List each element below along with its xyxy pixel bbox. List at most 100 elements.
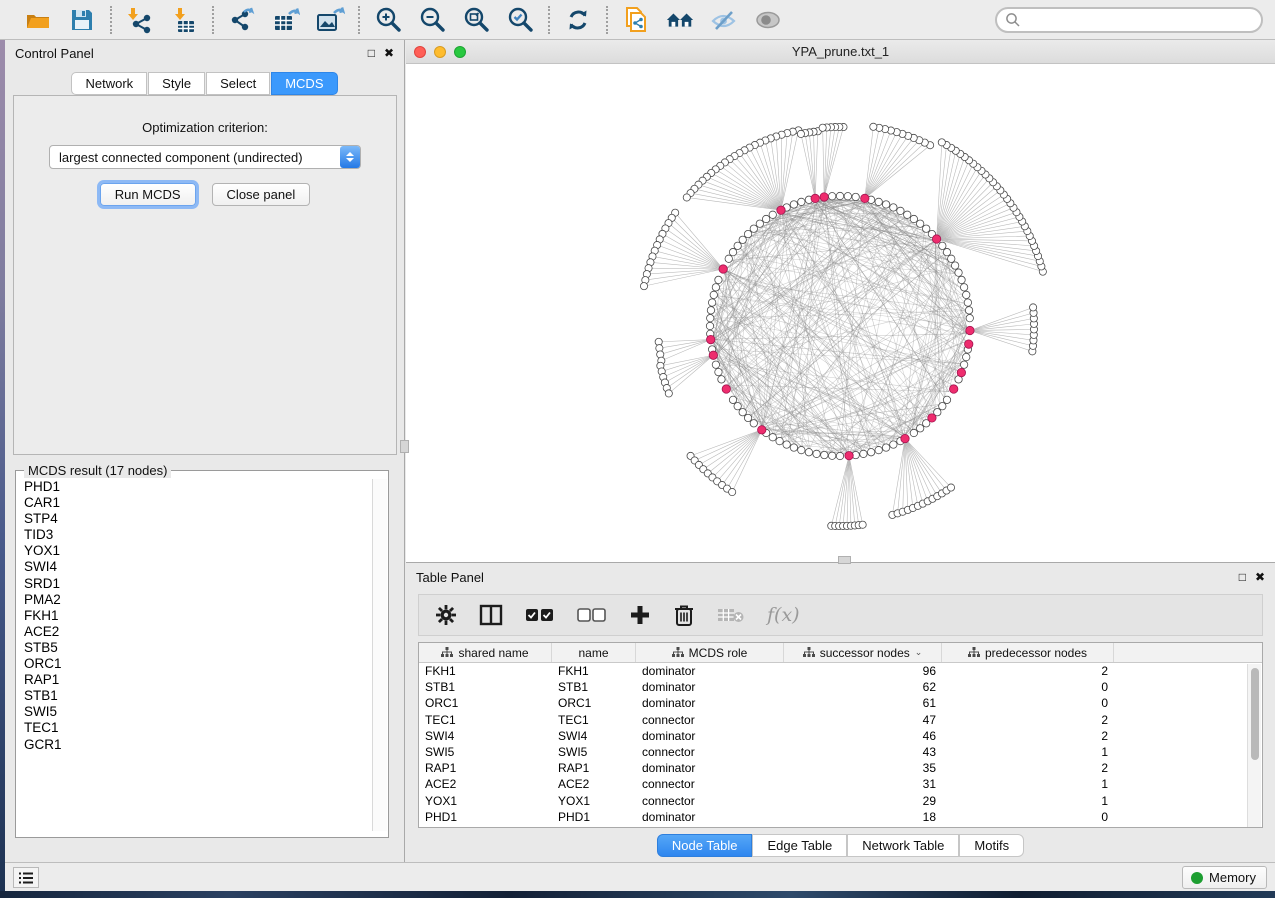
export-network-button[interactable] [227, 5, 257, 35]
add-column-button[interactable] [629, 602, 651, 628]
table-cell[interactable]: 0 [942, 680, 1114, 694]
mcds-result-scrollbar[interactable] [372, 479, 387, 831]
table-scrollbar[interactable] [1247, 664, 1261, 828]
table-cell[interactable]: 0 [942, 696, 1114, 710]
zoom-fit-button[interactable] [461, 5, 491, 35]
open-file-button[interactable] [23, 5, 53, 35]
tab-edge-table[interactable]: Edge Table [752, 834, 847, 857]
table-cell[interactable]: dominator [636, 664, 784, 678]
mcds-selected-node[interactable] [966, 326, 974, 334]
table-cell[interactable]: ORC1 [419, 696, 552, 710]
export-table-button[interactable] [271, 5, 301, 35]
table-row[interactable]: SWI4SWI4dominator462 [419, 728, 1262, 744]
table-cell[interactable]: 1 [942, 777, 1114, 791]
table-cell[interactable]: 2 [942, 761, 1114, 775]
table-cell[interactable]: dominator [636, 810, 784, 824]
table-cell[interactable]: connector [636, 745, 784, 759]
table-cell[interactable]: 2 [942, 713, 1114, 727]
hide-columns-button[interactable] [577, 602, 607, 628]
mcds-selected-node[interactable] [928, 414, 936, 422]
table-cell[interactable]: SWI5 [552, 745, 636, 759]
refresh-button[interactable] [563, 5, 593, 35]
table-row[interactable]: ACE2ACE2connector311 [419, 776, 1262, 792]
mcds-selected-node[interactable] [932, 235, 940, 243]
run-mcds-button[interactable]: Run MCDS [100, 183, 196, 206]
mcds-result-item[interactable]: SRD1 [17, 576, 373, 592]
mcds-selected-node[interactable] [957, 368, 965, 376]
mcds-result-item[interactable]: RAP1 [17, 672, 373, 688]
mcds-selected-node[interactable] [820, 193, 828, 201]
column-header-predecessor-nodes[interactable]: predecessor nodes [942, 643, 1114, 662]
mcds-result-item[interactable]: YOX1 [17, 543, 373, 559]
mcds-result-item[interactable]: ORC1 [17, 656, 373, 672]
mcds-result-item[interactable]: SWI4 [17, 559, 373, 575]
mcds-selected-node[interactable] [845, 451, 853, 459]
table-cell[interactable]: 46 [784, 729, 942, 743]
table-cell[interactable]: STB1 [419, 680, 552, 694]
network-canvas[interactable] [406, 64, 1273, 561]
close-panel-icon[interactable]: ✖ [384, 46, 394, 60]
table-cell[interactable]: connector [636, 777, 784, 791]
tab-select[interactable]: Select [206, 72, 270, 95]
table-cell[interactable]: 2 [942, 664, 1114, 678]
table-cell[interactable]: 47 [784, 713, 942, 727]
import-network-button[interactable] [125, 5, 155, 35]
table-cell[interactable]: PHD1 [419, 810, 552, 824]
delete-column-button[interactable] [673, 602, 695, 628]
memory-button[interactable]: Memory [1182, 866, 1267, 889]
mcds-result-item[interactable]: CAR1 [17, 495, 373, 511]
mcds-selected-node[interactable] [861, 194, 869, 202]
close-panel-icon[interactable]: ✖ [1255, 570, 1265, 584]
table-cell[interactable]: ACE2 [552, 777, 636, 791]
mcds-selected-node[interactable] [950, 385, 958, 393]
split-columns-button[interactable] [479, 602, 503, 628]
mcds-selected-node[interactable] [777, 206, 785, 214]
mcds-result-item[interactable]: TEC1 [17, 720, 373, 736]
table-cell[interactable]: 43 [784, 745, 942, 759]
table-cell[interactable]: YOX1 [552, 794, 636, 808]
zoom-selected-button[interactable] [505, 5, 535, 35]
tab-network[interactable]: Network [71, 72, 147, 95]
mcds-result-item[interactable]: PMA2 [17, 592, 373, 608]
table-cell[interactable]: 31 [784, 777, 942, 791]
table-cell[interactable]: SWI5 [419, 745, 552, 759]
table-cell[interactable]: RAP1 [419, 761, 552, 775]
table-cell[interactable]: 2 [942, 729, 1114, 743]
table-cell[interactable]: dominator [636, 696, 784, 710]
tab-style[interactable]: Style [148, 72, 205, 95]
table-cell[interactable]: 29 [784, 794, 942, 808]
table-cell[interactable]: ACE2 [419, 777, 552, 791]
import-table-button[interactable] [169, 5, 199, 35]
clone-network-button[interactable] [621, 5, 651, 35]
table-cell[interactable]: SWI4 [419, 729, 552, 743]
mcds-result-item[interactable]: STB5 [17, 640, 373, 656]
column-header-shared-name[interactable]: shared name [419, 643, 552, 662]
node-table[interactable]: shared namenameMCDS rolesuccessor nodes⌄… [418, 642, 1263, 828]
function-builder-button[interactable]: f(x) [767, 602, 800, 628]
table-cell[interactable]: TEC1 [552, 713, 636, 727]
table-cell[interactable]: 18 [784, 810, 942, 824]
mcds-selected-node[interactable] [719, 265, 727, 273]
hide-graphics-button[interactable] [709, 5, 739, 35]
table-cell[interactable]: STB1 [552, 680, 636, 694]
zoom-out-button[interactable] [417, 5, 447, 35]
mcds-result-item[interactable]: STB1 [17, 688, 373, 704]
column-header-successor-nodes[interactable]: successor nodes⌄ [784, 643, 942, 662]
save-button[interactable] [67, 5, 97, 35]
float-panel-icon[interactable]: □ [368, 46, 375, 60]
eye-button[interactable] [753, 5, 783, 35]
criterion-dropdown[interactable]: largest connected component (undirected) [49, 145, 361, 169]
mcds-result-item[interactable]: TID3 [17, 527, 373, 543]
table-cell[interactable]: YOX1 [419, 794, 552, 808]
table-row[interactable]: YOX1YOX1connector291 [419, 793, 1262, 809]
table-row[interactable]: SWI5SWI5connector431 [419, 744, 1262, 760]
table-cell[interactable]: dominator [636, 680, 784, 694]
mcds-selected-node[interactable] [965, 340, 973, 348]
table-cell[interactable]: 96 [784, 664, 942, 678]
table-cell[interactable]: 1 [942, 794, 1114, 808]
column-header-name[interactable]: name [552, 643, 636, 662]
table-cell[interactable]: PHD1 [552, 810, 636, 824]
tab-network-table[interactable]: Network Table [847, 834, 959, 857]
export-image-button[interactable] [315, 5, 345, 35]
zoom-in-button[interactable] [373, 5, 403, 35]
